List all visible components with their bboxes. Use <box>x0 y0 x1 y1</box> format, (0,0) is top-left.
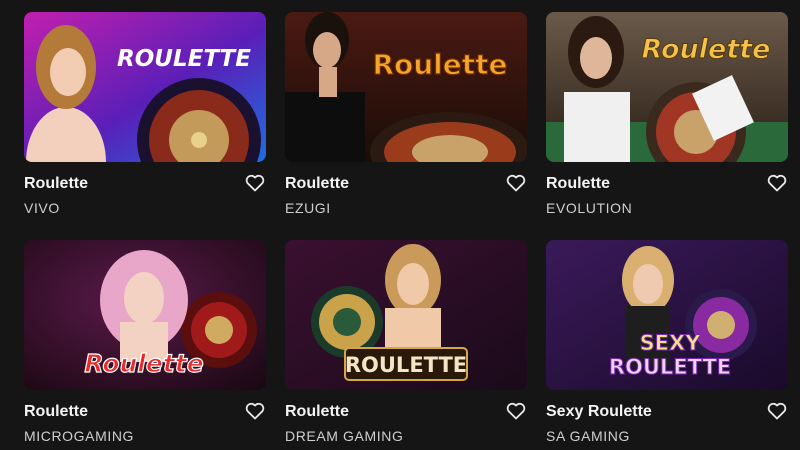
game-provider: MICROGAMING <box>24 428 135 444</box>
game-title[interactable]: Roulette <box>24 403 88 421</box>
game-thumbnail[interactable]: ROULETTE <box>24 12 266 162</box>
game-provider: DREAM GAMING <box>285 428 404 444</box>
game-provider: SA GAMING <box>546 428 630 444</box>
game-logo-text-line2: ROULETTE <box>609 355 731 379</box>
game-title[interactable]: Roulette <box>285 175 349 193</box>
heart-outline-icon[interactable] <box>766 172 788 194</box>
heart-outline-icon[interactable] <box>505 400 527 422</box>
game-provider: EZUGI <box>285 200 331 216</box>
game-logo-text: Roulette <box>372 48 507 81</box>
game-logo-text: Roulette <box>84 349 203 378</box>
heart-outline-icon[interactable] <box>505 172 527 194</box>
game-logo-text: ROULETTE <box>117 46 251 72</box>
game-thumbnail[interactable]: SEXY ROULETTE <box>546 240 788 390</box>
game-title[interactable]: Sexy Roulette <box>546 403 652 421</box>
heart-outline-icon[interactable] <box>244 400 266 422</box>
game-grid: ROULETTE Roulette VIVO Roulette Roulette… <box>0 0 800 450</box>
game-provider: EVOLUTION <box>546 200 633 216</box>
heart-outline-icon[interactable] <box>766 400 788 422</box>
game-logo-text: Roulette <box>642 34 771 65</box>
game-title[interactable]: Roulette <box>546 175 610 193</box>
heart-outline-icon[interactable] <box>244 172 266 194</box>
game-thumbnail[interactable]: Roulette <box>546 12 788 162</box>
game-provider: VIVO <box>24 200 60 216</box>
game-thumbnail[interactable]: ROULETTE <box>285 240 527 390</box>
game-logo-text: ROULETTE <box>345 353 467 377</box>
game-title[interactable]: Roulette <box>24 175 88 193</box>
game-thumbnail[interactable]: Roulette <box>285 12 527 162</box>
game-title[interactable]: Roulette <box>285 403 349 421</box>
game-thumbnail[interactable]: Roulette <box>24 240 266 390</box>
game-logo-text-line1: SEXY <box>640 331 702 355</box>
